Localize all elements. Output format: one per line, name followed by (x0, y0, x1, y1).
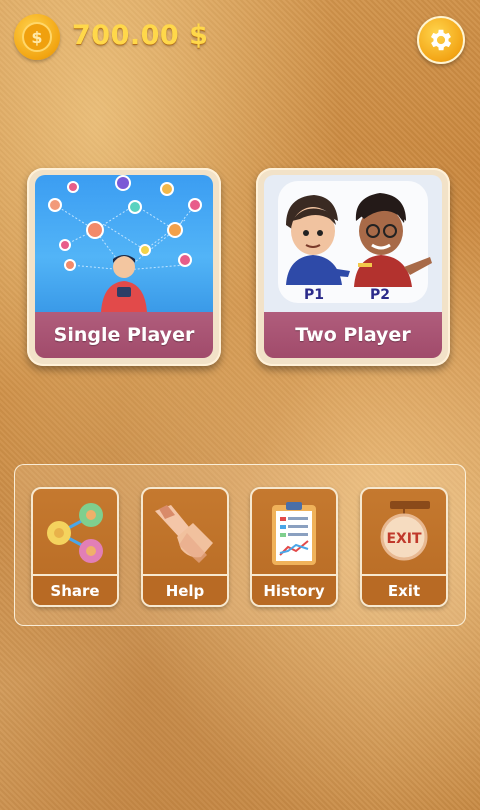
exit-button[interactable]: EXIT Exit (360, 487, 448, 607)
coin-symbol: $ (22, 22, 52, 52)
help-label: Help (143, 574, 227, 605)
share-label: Share (33, 574, 117, 605)
handshake-icon (155, 505, 213, 563)
single-player-label: Single Player (35, 312, 213, 358)
balance-amount: 700.00 $ (72, 20, 209, 51)
exit-sign-text: EXIT (386, 531, 422, 547)
gear-icon (430, 29, 452, 51)
help-button[interactable]: Help (141, 487, 229, 607)
svg-text:P2: P2 (370, 287, 390, 303)
history-button[interactable]: History (250, 487, 338, 607)
svg-text:P1: P1 (304, 287, 324, 303)
two-player-button[interactable]: P1 P2 Two Player (256, 168, 450, 366)
share-button[interactable]: Share (31, 487, 119, 607)
single-player-button[interactable]: Single Player (27, 168, 221, 366)
history-label: History (252, 574, 336, 605)
share-icon (47, 503, 103, 563)
two-player-label: Two Player (264, 312, 442, 358)
network-illustration (35, 175, 213, 312)
exit-sign-icon: EXIT (380, 501, 430, 561)
settings-button[interactable] (417, 16, 465, 64)
two-players-illustration: P1 P2 (264, 175, 442, 312)
exit-label: Exit (362, 574, 446, 605)
coin-icon: $ (14, 14, 60, 60)
clipboard-chart-icon (272, 502, 316, 565)
